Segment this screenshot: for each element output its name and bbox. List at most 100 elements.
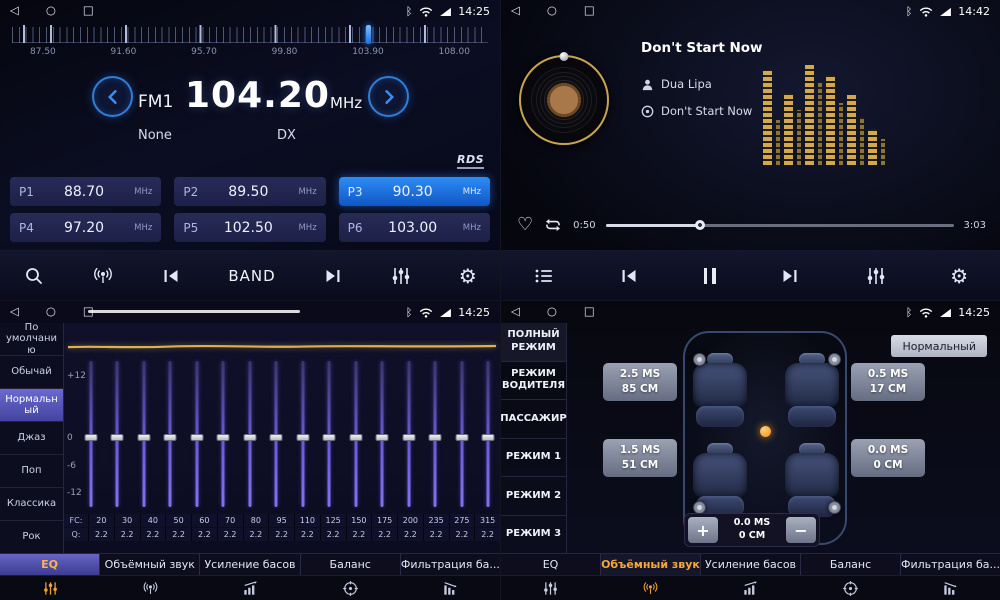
listening-mode-item[interactable]: РЕЖИМ ВОДИТЕЛЯ — [501, 362, 566, 401]
tune-up-button[interactable] — [368, 76, 409, 117]
balance-target-icon[interactable] — [800, 576, 900, 600]
tab-surround[interactable]: Объёмный звук — [100, 554, 200, 575]
rear-right-delay-button[interactable]: 0.0 MS 0 CM — [851, 439, 925, 477]
seek-bar[interactable] — [606, 224, 954, 227]
tab-eq[interactable]: EQ — [0, 554, 100, 575]
eq-band-slider[interactable] — [296, 359, 309, 509]
filter-icon[interactable] — [900, 576, 1000, 600]
balance-target-icon[interactable] — [300, 576, 400, 600]
home-icon[interactable]: ○ — [547, 5, 557, 17]
eq-preset-item[interactable]: Нормальный — [0, 389, 63, 422]
equalizer-icon[interactable] — [390, 265, 412, 287]
eq-band-slider[interactable] — [376, 359, 389, 509]
slider-knob[interactable] — [84, 434, 97, 441]
eq-band-slider[interactable] — [217, 359, 230, 509]
eq-preset-item[interactable]: По умолчанию — [0, 323, 63, 356]
eq-preset-item[interactable]: Поп — [0, 455, 63, 488]
seek-knob[interactable] — [695, 220, 705, 230]
rear-left-delay-button[interactable]: 1.5 MS 51 CM — [603, 439, 677, 477]
slider-knob[interactable] — [243, 434, 256, 441]
preset-button[interactable]: P4 97.20 MHz — [10, 213, 161, 242]
slider-knob[interactable] — [217, 434, 230, 441]
slider-knob[interactable] — [323, 434, 336, 441]
tab-filter[interactable]: Фильтрация ба... — [401, 554, 500, 575]
slider-knob[interactable] — [270, 434, 283, 441]
eq-band-slider[interactable] — [243, 359, 256, 509]
back-icon[interactable]: ◁ — [511, 5, 520, 17]
settings-gear-icon[interactable]: ⚙ — [950, 266, 968, 286]
tab-bass-boost[interactable]: Усиление басов — [200, 554, 300, 575]
front-left-delay-button[interactable]: 2.5 MS 85 CM — [603, 363, 677, 401]
slider-knob[interactable] — [349, 434, 362, 441]
recents-icon[interactable]: □ — [584, 5, 595, 17]
tune-down-button[interactable] — [92, 76, 133, 117]
eq-preset-item[interactable]: Обычай — [0, 356, 63, 389]
pause-button[interactable] — [704, 268, 716, 284]
listening-position-dot[interactable] — [760, 426, 771, 437]
bass-boost-icon[interactable] — [200, 576, 300, 600]
slider-knob[interactable] — [482, 434, 495, 441]
eq-band-slider[interactable] — [111, 359, 124, 509]
back-icon[interactable]: ◁ — [511, 306, 520, 318]
preset-button[interactable]: P6 103.00 MHz — [339, 213, 490, 242]
eq-band-slider[interactable] — [482, 359, 495, 509]
search-icon[interactable] — [23, 265, 45, 287]
home-icon[interactable]: ○ — [46, 5, 56, 17]
back-icon[interactable]: ◁ — [10, 306, 19, 318]
repeat-icon[interactable] — [543, 215, 563, 235]
eq-band-slider[interactable] — [323, 359, 336, 509]
eq-band-slider[interactable] — [190, 359, 203, 509]
preset-button[interactable]: P1 88.70 MHz — [10, 177, 161, 206]
tab-eq[interactable]: EQ — [501, 554, 601, 575]
slider-knob[interactable] — [111, 434, 124, 441]
front-right-delay-button[interactable]: 0.5 MS 17 CM — [851, 363, 925, 401]
settings-gear-icon[interactable]: ⚙ — [459, 266, 477, 286]
favorite-heart-icon[interactable]: ♡ — [517, 216, 533, 234]
listening-mode-item[interactable]: РЕЖИМ 3 — [501, 516, 566, 555]
eq-band-slider[interactable] — [164, 359, 177, 509]
eq-band-slider[interactable] — [270, 359, 283, 509]
slider-knob[interactable] — [376, 434, 389, 441]
eq-band-slider[interactable] — [455, 359, 468, 509]
bass-boost-icon[interactable] — [701, 576, 801, 600]
preset-button[interactable]: P5 102.50 MHz — [174, 213, 325, 242]
home-icon[interactable]: ○ — [46, 306, 56, 318]
slider-knob[interactable] — [190, 434, 203, 441]
recents-icon[interactable]: □ — [83, 5, 94, 17]
tab-bass-boost[interactable]: Усиление басов — [701, 554, 801, 575]
previous-station-icon[interactable] — [160, 265, 182, 287]
broadcast-scan-icon[interactable] — [92, 265, 114, 287]
filter-icon[interactable] — [400, 576, 500, 600]
playlist-icon[interactable] — [533, 265, 555, 287]
eq-band-slider[interactable] — [84, 359, 97, 509]
slider-knob[interactable] — [164, 434, 177, 441]
next-track-icon[interactable] — [779, 265, 801, 287]
slider-knob[interactable] — [429, 434, 442, 441]
band-button[interactable]: BAND — [228, 267, 275, 285]
preset-button[interactable]: P3 90.30 MHz — [339, 177, 490, 206]
increase-delay-button[interactable]: + — [688, 517, 718, 543]
eq-sliders-icon[interactable] — [0, 576, 100, 600]
eq-band-slider[interactable] — [402, 359, 415, 509]
previous-track-icon[interactable] — [618, 265, 640, 287]
tab-surround[interactable]: Объёмный звук — [601, 554, 701, 575]
listening-mode-item[interactable]: ПАССАЖИР — [501, 400, 566, 439]
sound-preset-button[interactable]: Нормальный — [891, 335, 987, 357]
slider-knob[interactable] — [402, 434, 415, 441]
slider-knob[interactable] — [296, 434, 309, 441]
eq-preset-item[interactable]: Рок — [0, 521, 63, 554]
slider-knob[interactable] — [137, 434, 150, 441]
back-icon[interactable]: ◁ — [10, 5, 19, 17]
surround-broadcast-icon[interactable] — [601, 576, 701, 600]
listening-mode-item[interactable]: РЕЖИМ 2 — [501, 477, 566, 516]
eq-preset-item[interactable]: Джаз — [0, 422, 63, 455]
eq-band-slider[interactable] — [429, 359, 442, 509]
listening-mode-item[interactable]: ПОЛНЫЙ РЕЖИМ — [501, 323, 566, 362]
listening-mode-item[interactable]: РЕЖИМ 1 — [501, 439, 566, 478]
surround-broadcast-icon[interactable] — [100, 576, 200, 600]
tab-balance[interactable]: Баланс — [801, 554, 901, 575]
preset-button[interactable]: P2 89.50 MHz — [174, 177, 325, 206]
equalizer-icon[interactable] — [865, 265, 887, 287]
home-icon[interactable]: ○ — [547, 306, 557, 318]
eq-band-slider[interactable] — [349, 359, 362, 509]
